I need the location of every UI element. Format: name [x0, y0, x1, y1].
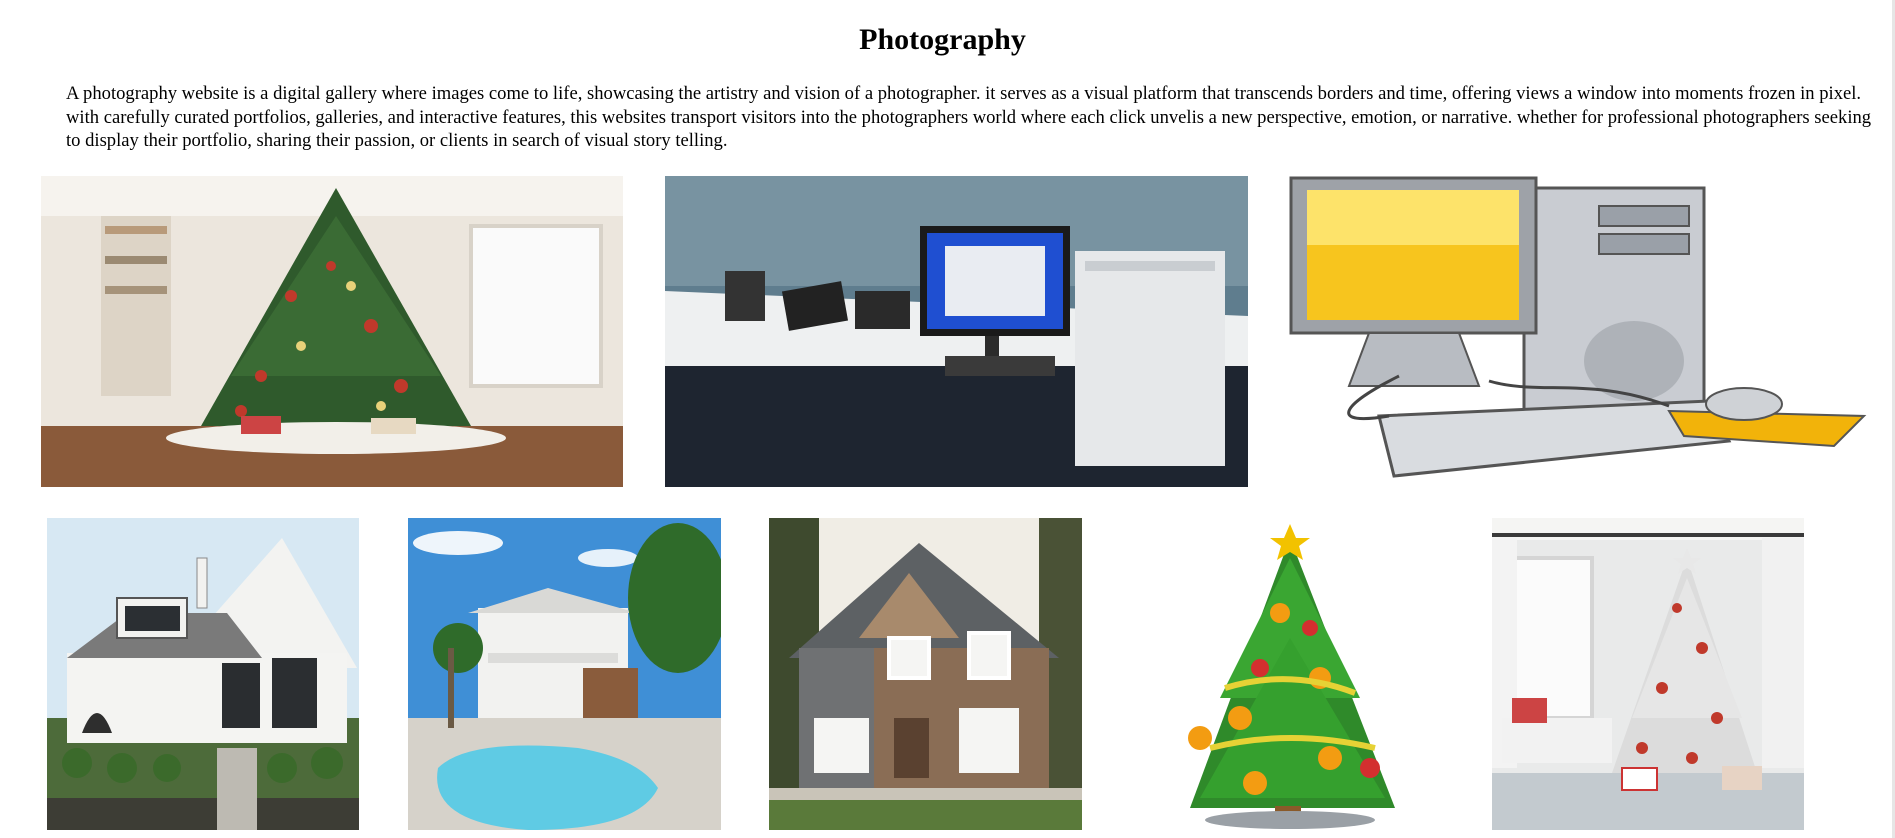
photo-desktop-computer-clipart [1289, 176, 1874, 487]
photo-house-with-pool [408, 518, 721, 830]
photo-white-cottage-house [47, 518, 359, 830]
photo-craftsman-house [769, 518, 1082, 830]
photo-christmas-tree-living-room [41, 176, 623, 487]
photo-christmas-tree-clipart [1130, 518, 1443, 830]
photo-christmas-tree-white-room [1492, 518, 1804, 830]
page-title: Photography [859, 23, 1026, 56]
photo-computer-desk-setup [665, 176, 1248, 487]
intro-paragraph: A photography website is a digital galle… [66, 83, 1872, 151]
